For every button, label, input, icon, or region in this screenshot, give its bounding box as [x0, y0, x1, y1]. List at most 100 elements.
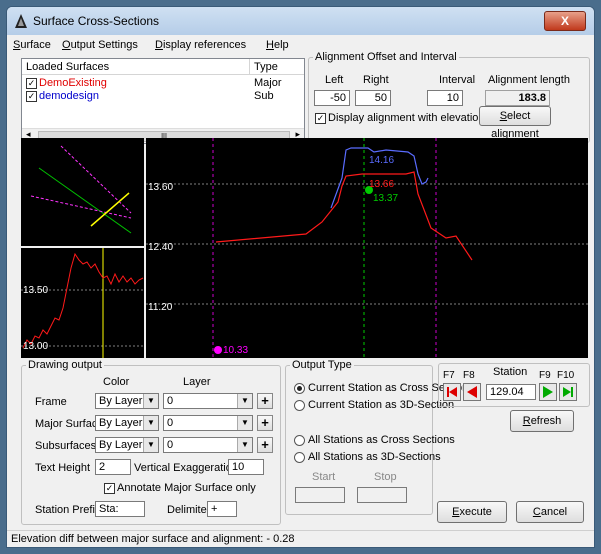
display-alignment-label: Display alignment with elevation — [328, 112, 485, 124]
subsurfaces-label: Subsurfaces — [35, 440, 97, 452]
existing-top-label: 13.66 — [369, 179, 395, 190]
main-window: Surface Cross-Sections X Surface Output … — [6, 6, 595, 548]
output-radio-current-cross[interactable] — [294, 383, 305, 394]
interval-label: Interval — [439, 74, 476, 86]
surface-type-demodesign: Sub — [254, 90, 274, 102]
frame-layer-select[interactable]: 0 ▼ — [163, 393, 253, 409]
chevron-down-icon[interactable]: ▼ — [143, 394, 158, 408]
status-bar: Elevation diff between major surface and… — [7, 530, 594, 547]
output-label-all-cross[interactable]: All Stations as Cross Sections — [308, 434, 455, 446]
offset-elevation-label: 10.33 — [223, 345, 249, 356]
major-surface-color-value: By Layer — [99, 417, 143, 429]
alignment-length-label: Alignment length — [488, 74, 570, 86]
close-button[interactable]: X — [544, 11, 586, 31]
right-offset-input[interactable]: 50 — [355, 90, 391, 106]
last-station-button[interactable] — [559, 383, 577, 401]
frame-color-select[interactable]: By Layer ▼ — [95, 393, 159, 409]
f8-label: F8 — [463, 370, 475, 381]
plan-view[interactable] — [21, 138, 144, 246]
station-label: Station — [493, 366, 528, 378]
f9-label: F9 — [539, 370, 551, 381]
annotate-major-checkbox[interactable]: ✓ — [104, 483, 115, 494]
menu-help[interactable]: Help — [266, 39, 289, 51]
start-label: Start — [312, 471, 336, 483]
design-top-label: 14.16 — [369, 155, 395, 166]
surface-checkbox-demodesign[interactable]: ✓ — [26, 91, 37, 102]
chevron-down-icon[interactable]: ▼ — [237, 416, 252, 430]
station-prefix-label: Station Prefix — [35, 504, 101, 516]
f7-label: F7 — [443, 370, 455, 381]
execute-button[interactable]: Execute — [437, 501, 507, 523]
left-offset-input[interactable]: -50 — [314, 90, 350, 106]
output-radio-all-cross[interactable] — [294, 435, 305, 446]
stop-input[interactable] — [357, 487, 407, 503]
column-header-type[interactable]: Type — [250, 59, 304, 75]
loaded-surfaces-list[interactable]: Loaded Surfaces Type ✓ DemoExisting Majo… — [21, 58, 305, 144]
column-header-loaded-surfaces[interactable]: Loaded Surfaces — [22, 59, 250, 75]
major-surface-layer-select[interactable]: 0 ▼ — [163, 415, 253, 431]
menu-output-settings[interactable]: Output Settings — [62, 39, 138, 51]
app-icon — [15, 14, 27, 28]
arrow-left-icon — [467, 386, 477, 398]
chevron-down-icon[interactable]: ▼ — [143, 416, 158, 430]
elevation-label-1: 13.60 — [148, 182, 174, 193]
output-label-current-3d[interactable]: Current Station as 3D-Section — [308, 399, 454, 411]
refresh-button[interactable]: Refresh — [510, 410, 574, 432]
major-surface-pick-button[interactable]: + — [257, 415, 273, 431]
major-surface-color-select[interactable]: By Layer ▼ — [95, 415, 159, 431]
output-label-all-3d[interactable]: All Stations as 3D-Sections — [308, 451, 441, 463]
chevron-down-icon[interactable]: ▼ — [237, 438, 252, 452]
station-input[interactable]: 129.04 — [486, 384, 536, 400]
first-station-button[interactable] — [443, 383, 461, 401]
subsurfaces-layer-select[interactable]: 0 ▼ — [163, 437, 253, 453]
cross-section-view[interactable] — [146, 138, 588, 358]
window-title: Surface Cross-Sections — [33, 14, 160, 28]
major-surface-label: Major Surface — [35, 418, 104, 430]
station-prefix-input[interactable]: Sta: — [95, 501, 145, 517]
skip-first-icon — [447, 387, 457, 397]
elevation-label-3: 11.20 — [148, 302, 173, 313]
delimiter-input[interactable]: + — [207, 501, 237, 517]
right-label: Right — [363, 74, 389, 86]
subsurfaces-layer-value: 0 — [167, 439, 174, 451]
layer-column-label: Layer — [183, 376, 211, 388]
close-icon: X — [560, 14, 569, 28]
surface-checkbox-demoexisting[interactable]: ✓ — [26, 78, 37, 89]
next-station-button[interactable] — [539, 383, 557, 401]
stop-label: Stop — [374, 471, 397, 483]
surface-name-demoexisting[interactable]: DemoExisting — [39, 77, 107, 89]
profile-label-upper: 13.50 — [23, 285, 49, 296]
frame-layer-value: 0 — [167, 395, 174, 407]
vertical-exaggeration-input[interactable]: 10 — [228, 459, 264, 475]
frame-color-value: By Layer — [99, 395, 143, 407]
output-radio-all-3d[interactable] — [294, 452, 305, 463]
menu-display-references[interactable]: Display references — [155, 39, 246, 51]
text-height-label: Text Height — [35, 462, 91, 474]
output-type-title: Output Type — [292, 359, 352, 371]
subsurfaces-pick-button[interactable]: + — [257, 437, 273, 453]
alignment-length-value: 183.8 — [485, 90, 550, 106]
interval-input[interactable]: 10 — [427, 90, 463, 106]
crosshair-icon: + — [261, 415, 269, 430]
f10-label: F10 — [557, 370, 575, 381]
chevron-down-icon[interactable]: ▼ — [143, 438, 158, 452]
surface-name-demodesign[interactable]: demodesign — [39, 90, 99, 102]
display-alignment-checkbox[interactable]: ✓ — [315, 113, 326, 124]
chevron-down-icon[interactable]: ▼ — [237, 394, 252, 408]
previous-station-button[interactable] — [463, 383, 481, 401]
subsurfaces-color-select[interactable]: By Layer ▼ — [95, 437, 159, 453]
subsurfaces-color-value: By Layer — [99, 439, 143, 451]
start-input[interactable] — [295, 487, 345, 503]
vertical-exaggeration-label: Vertical Exaggeration — [134, 462, 238, 474]
cancel-button[interactable]: Cancel — [516, 501, 584, 523]
text-height-input[interactable]: 2 — [95, 459, 131, 475]
surface-type-demoexisting: Major — [254, 77, 282, 89]
crosshair-icon: + — [261, 393, 269, 408]
title-bar[interactable]: Surface Cross-Sections X — [7, 7, 594, 35]
major-surface-layer-value: 0 — [167, 417, 174, 429]
select-alignment-button[interactable]: Select alignment — [479, 106, 551, 140]
menu-surface[interactable]: Surface — [13, 39, 51, 51]
alignment-group-title: Alignment Offset and Interval — [315, 51, 457, 63]
output-radio-current-3d[interactable] — [294, 400, 305, 411]
frame-pick-button[interactable]: + — [257, 393, 273, 409]
